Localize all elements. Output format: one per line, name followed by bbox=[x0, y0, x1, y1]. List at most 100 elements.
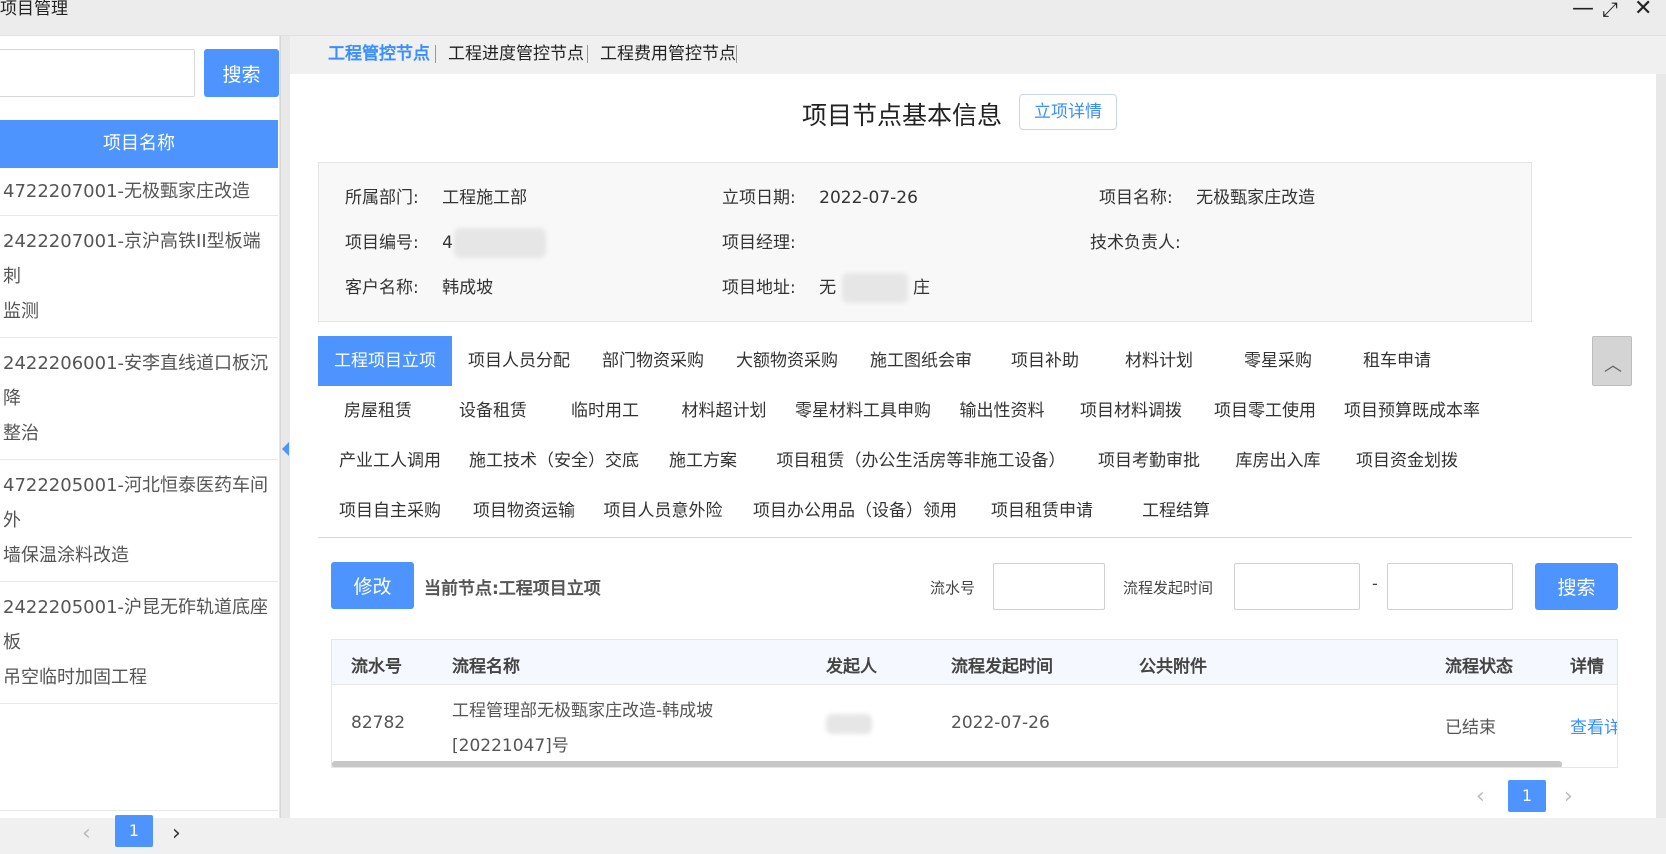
info-manager: 项目经理: bbox=[722, 228, 814, 253]
page-title: 项目节点基本信息 bbox=[802, 101, 1003, 130]
list-item-text: 2422205001-沪昆无砟轨道底座板 bbox=[3, 597, 269, 653]
node-tab[interactable]: 项目物资运输 bbox=[462, 486, 586, 536]
info-dept: 所属部门: 工程施工部 bbox=[345, 183, 527, 208]
panel-splitter[interactable] bbox=[280, 36, 290, 818]
node-tab[interactable]: 零星材料工具申购 bbox=[786, 386, 940, 436]
node-tab[interactable]: 零星采购 bbox=[1216, 336, 1340, 386]
serial-filter-label: 流水号 bbox=[930, 579, 976, 597]
node-tab[interactable]: 材料计划 bbox=[1102, 336, 1216, 386]
top-tabs: 工程管控节点 工程进度管控节点 工程费用管控节点 bbox=[290, 36, 1666, 74]
node-tab[interactable]: 项目预算既成本率 bbox=[1332, 386, 1492, 436]
node-tab[interactable]: 输出性资料 bbox=[940, 386, 1064, 436]
node-tab[interactable]: 租车申请 bbox=[1340, 336, 1454, 386]
info-label: 技术负责人: bbox=[1090, 233, 1181, 253]
node-tab[interactable]: 产业工人调用 bbox=[318, 436, 462, 486]
view-detail-link[interactable]: 查看详 bbox=[1570, 713, 1617, 738]
serial-input[interactable] bbox=[993, 563, 1105, 610]
minimize-icon[interactable]: — bbox=[1572, 0, 1594, 20]
window-title: 项目管理 bbox=[0, 0, 68, 19]
node-tab[interactable]: 项目资金划拨 bbox=[1340, 436, 1474, 486]
info-label: 客户名称: bbox=[345, 278, 419, 298]
tab-divider bbox=[587, 45, 588, 63]
node-tab[interactable]: 项目补助 bbox=[988, 336, 1102, 386]
info-client: 客户名称: 韩成坡 bbox=[345, 273, 493, 298]
redacted-block bbox=[454, 228, 547, 258]
node-tab[interactable]: 项目租赁申请 bbox=[970, 486, 1114, 536]
collapse-nodes-button[interactable]: ︿ bbox=[1592, 336, 1632, 386]
info-label: 所属部门: bbox=[345, 188, 419, 208]
cell-time: 2022-07-26 bbox=[951, 713, 1050, 733]
current-node-label: 当前节点:工程项目立项 bbox=[424, 579, 601, 599]
col-initiator: 发起人 bbox=[826, 657, 877, 677]
node-tab[interactable]: 施工方案 bbox=[646, 436, 760, 486]
list-item-text: 4722207001-无极甄家庄改造 bbox=[3, 181, 251, 202]
node-tab[interactable]: 项目人员分配 bbox=[452, 336, 586, 386]
end-date-input[interactable] bbox=[1387, 563, 1513, 610]
node-tab[interactable]: 项目零工使用 bbox=[1198, 386, 1332, 436]
node-tab[interactable]: 项目考勤审批 bbox=[1082, 436, 1216, 486]
prev-page-icon[interactable]: ‹ bbox=[1476, 784, 1485, 809]
close-icon[interactable]: ✕ bbox=[1634, 0, 1652, 20]
project-search-input[interactable] bbox=[0, 49, 195, 97]
next-page-icon[interactable]: › bbox=[1564, 784, 1573, 809]
horizontal-scrollbar[interactable] bbox=[332, 761, 1562, 767]
info-code: 项目编号: 4 bbox=[345, 228, 547, 258]
modify-button[interactable]: 修改 bbox=[331, 562, 414, 609]
tab-progress-control[interactable]: 工程进度管控节点 bbox=[448, 44, 584, 64]
node-tab[interactable]: 库房出入库 bbox=[1216, 436, 1340, 486]
node-tab[interactable]: 工程结算 bbox=[1114, 486, 1238, 536]
info-label: 项目名称: bbox=[1099, 188, 1173, 208]
cell-name: 工程管理部无极甄家庄改造-韩成坡 bbox=[452, 701, 714, 721]
list-item-text: 监测 bbox=[3, 301, 39, 322]
list-item[interactable]: 2422205001-沪昆无砟轨道底座板 吊空临时加固工程 bbox=[0, 582, 278, 704]
node-tab[interactable]: 大额物资采购 bbox=[720, 336, 854, 386]
maximize-icon[interactable]: ⤢ bbox=[1602, 0, 1618, 19]
list-item-text: 2422207001-京沪高铁II型板端刺 bbox=[3, 231, 261, 287]
list-item[interactable]: 2422206001-安李直线道口板沉降 整治 bbox=[0, 338, 278, 460]
node-tab[interactable]: 项目自主采购 bbox=[318, 486, 462, 536]
node-tab[interactable]: 项目租赁（办公生活房等非施工设备） bbox=[760, 436, 1082, 486]
node-tab[interactable]: 临时用工 bbox=[548, 386, 662, 436]
node-tab[interactable]: 部门物资采购 bbox=[586, 336, 720, 386]
node-tab[interactable]: 项目人员意外险 bbox=[586, 486, 740, 536]
node-tab[interactable]: 项目办公用品（设备）领用 bbox=[740, 486, 970, 536]
node-tab[interactable]: 施工技术（安全）交底 bbox=[462, 436, 646, 486]
list-item[interactable]: 4722207001-无极甄家庄改造 bbox=[0, 168, 278, 216]
project-detail-button[interactable]: 立项详情 bbox=[1019, 94, 1117, 130]
process-table: 流水号 流程名称 发起人 流程发起时间 公共附件 流程状态 详情 82782 工… bbox=[331, 639, 1618, 768]
info-date: 立项日期: 2022-07-26 bbox=[722, 183, 918, 208]
divider bbox=[318, 537, 1632, 538]
tab-engineering-control[interactable]: 工程管控节点 bbox=[328, 44, 430, 64]
redacted-block bbox=[826, 714, 872, 734]
flow-search-button[interactable]: 搜索 bbox=[1535, 563, 1618, 610]
vertical-scrollbar[interactable] bbox=[1656, 74, 1666, 818]
tab-cost-control[interactable]: 工程费用管控节点 bbox=[600, 44, 736, 64]
prev-page-icon[interactable]: ‹ bbox=[82, 821, 91, 846]
table-pagination: ‹ 1 › bbox=[1442, 780, 1622, 814]
node-tab[interactable]: 施工图纸会审 bbox=[854, 336, 988, 386]
node-tab[interactable]: 材料超计划 bbox=[662, 386, 786, 436]
collapse-left-icon[interactable] bbox=[282, 442, 289, 456]
start-date-input[interactable] bbox=[1234, 563, 1360, 610]
tab-divider bbox=[435, 45, 436, 63]
info-label: 项目经理: bbox=[722, 233, 796, 253]
main-panel: 项目节点基本信息 立项详情 所属部门: 工程施工部 立项日期: 2022-07-… bbox=[290, 74, 1656, 818]
cell-serial: 82782 bbox=[351, 713, 406, 733]
project-list-header: 项目名称 bbox=[0, 120, 278, 168]
page-number[interactable]: 1 bbox=[115, 815, 153, 847]
node-tab[interactable]: 工程项目立项 bbox=[318, 336, 452, 386]
info-label: 项目地址: bbox=[722, 278, 796, 298]
info-label: 项目编号: bbox=[345, 233, 419, 253]
page-number[interactable]: 1 bbox=[1508, 780, 1546, 812]
project-search-button[interactable]: 搜索 bbox=[204, 49, 279, 97]
date-range-dash: - bbox=[1372, 574, 1378, 593]
col-time: 流程发起时间 bbox=[951, 657, 1053, 677]
node-tab[interactable]: 设备租赁 bbox=[438, 386, 548, 436]
next-page-icon[interactable]: › bbox=[172, 821, 181, 846]
node-tab[interactable]: 房屋租赁 bbox=[318, 386, 438, 436]
list-item-text: 墙保温涂料改造 bbox=[3, 545, 129, 566]
node-tab[interactable]: 项目材料调拨 bbox=[1064, 386, 1198, 436]
list-item[interactable]: 2422207001-京沪高铁II型板端刺 监测 bbox=[0, 216, 278, 338]
col-serial: 流水号 bbox=[351, 657, 402, 677]
list-item[interactable]: 4722205001-河北恒泰医药车间外 墙保温涂料改造 bbox=[0, 460, 278, 582]
